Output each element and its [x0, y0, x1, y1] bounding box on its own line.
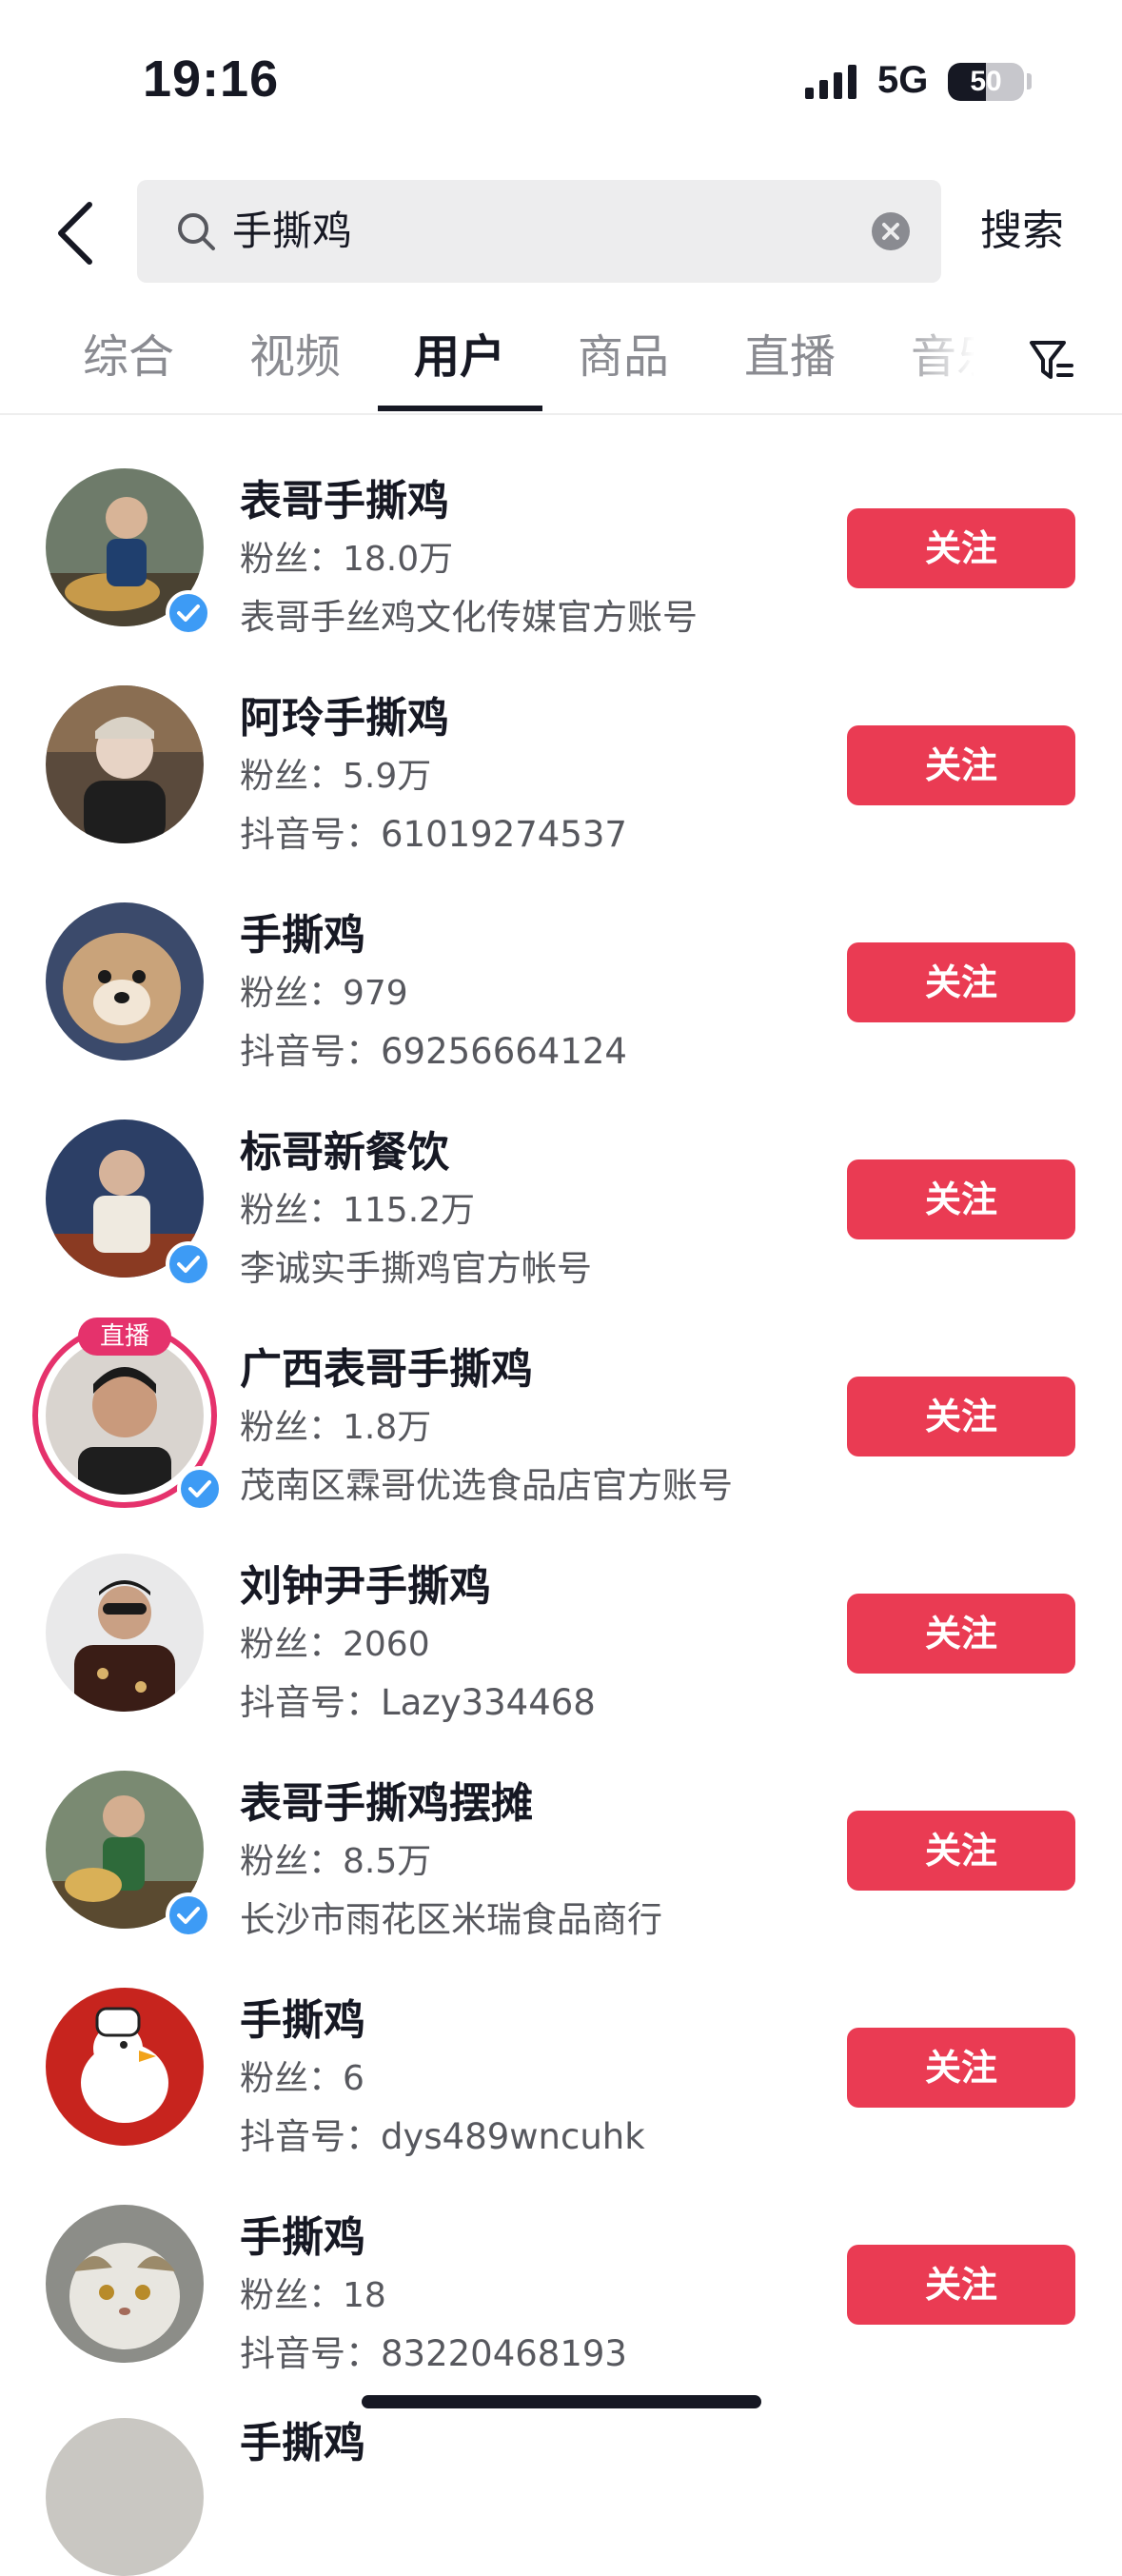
- battery-icon: 50: [948, 63, 1024, 101]
- user-description: 抖音号：61019274537: [240, 814, 627, 855]
- list-item[interactable]: 手撕鸡 粉丝：18 抖音号：83220468193 关注: [0, 2174, 1122, 2391]
- user-name[interactable]: 手撕鸡: [240, 2408, 365, 2469]
- user-description: 表哥手丝鸡文化传媒官方账号: [240, 597, 698, 638]
- tab-products[interactable]: 商品: [561, 314, 685, 415]
- avatar-photo: [46, 1554, 204, 1712]
- follower-count: 粉丝：979: [240, 974, 408, 1013]
- avatar-photo: [46, 1988, 204, 2146]
- follower-count: 粉丝：1.8万: [240, 1408, 432, 1447]
- back-button[interactable]: [48, 195, 105, 271]
- user-name[interactable]: 表哥手撕鸡: [240, 466, 449, 527]
- avatar-photo: [46, 2205, 204, 2363]
- follower-count: 粉丝：115.2万: [240, 1191, 476, 1230]
- follow-button[interactable]: 关注: [847, 725, 1075, 805]
- active-tab-indicator: [378, 406, 542, 411]
- follow-button[interactable]: 关注: [847, 1377, 1075, 1456]
- search-query-text[interactable]: 手撕鸡: [232, 180, 352, 283]
- verified-icon: [166, 1241, 211, 1287]
- tabs-fade: [895, 314, 1009, 409]
- follow-button[interactable]: 关注: [847, 2028, 1075, 2108]
- user-description: 长沙市雨花区米瑞食品商行: [240, 1899, 662, 1940]
- user-name[interactable]: 阿玲手撕鸡: [240, 684, 449, 744]
- home-indicator[interactable]: [362, 2395, 761, 2408]
- status-time: 19:16: [143, 50, 280, 108]
- follower-count: 粉丝：5.9万: [240, 757, 432, 796]
- user-description: 抖音号：Lazy334468: [240, 1682, 596, 1723]
- cellular-signal-icon: [805, 65, 856, 99]
- verified-icon: [166, 1892, 211, 1938]
- avatar[interactable]: [46, 685, 204, 843]
- follow-button[interactable]: 关注: [847, 1811, 1075, 1891]
- user-description: 抖音号：dys489wncuhk: [240, 2116, 645, 2157]
- search-button[interactable]: 搜索: [980, 180, 1064, 283]
- avatar[interactable]: [46, 902, 204, 1060]
- user-name[interactable]: 刘钟尹手撕鸡: [240, 1552, 491, 1613]
- follow-button[interactable]: 关注: [847, 1594, 1075, 1674]
- avatar[interactable]: [46, 2205, 204, 2363]
- follow-button[interactable]: 关注: [847, 508, 1075, 588]
- user-description: 茂南区霖哥优选食品店官方账号: [240, 1465, 733, 1506]
- tab-videos[interactable]: 视频: [233, 314, 357, 415]
- network-type: 5G: [877, 59, 929, 101]
- avatar-photo: [46, 685, 204, 843]
- follow-button[interactable]: 关注: [847, 1159, 1075, 1239]
- user-name[interactable]: 广西表哥手撕鸡: [240, 1335, 533, 1396]
- tab-comprehensive[interactable]: 综合: [67, 314, 190, 415]
- user-description: 抖音号：69256664124: [240, 1031, 627, 1072]
- user-name[interactable]: 表哥手撕鸡摆摊: [240, 1769, 533, 1830]
- tab-users[interactable]: 用户: [398, 314, 522, 415]
- list-item[interactable]: 手撕鸡 粉丝：979 抖音号：69256664124 关注: [0, 872, 1122, 1089]
- follower-count: 粉丝：2060: [240, 1625, 430, 1664]
- follow-button[interactable]: 关注: [847, 942, 1075, 1022]
- list-item[interactable]: 表哥手撕鸡 粉丝：18.0万 表哥手丝鸡文化传媒官方账号 关注: [0, 438, 1122, 655]
- follower-count: 粉丝：18.0万: [240, 540, 454, 579]
- avatar[interactable]: [46, 2418, 204, 2576]
- list-item[interactable]: 手撕鸡 粉丝：6 抖音号：dys489wncuhk 关注: [0, 1957, 1122, 2174]
- avatar[interactable]: [46, 1988, 204, 2146]
- search-tabs: 综合 视频 用户 商品 直播 音乐: [0, 314, 1122, 415]
- list-item[interactable]: 刘钟尹手撕鸡 粉丝：2060 抖音号：Lazy334468 关注: [0, 1523, 1122, 1740]
- verified-icon: [166, 590, 211, 636]
- tab-live[interactable]: 直播: [728, 314, 852, 415]
- user-description: 抖音号：83220468193: [240, 2333, 627, 2374]
- user-name[interactable]: 手撕鸡: [240, 901, 365, 961]
- list-item[interactable]: 表哥手撕鸡摆摊 粉丝：8.5万 长沙市雨花区米瑞食品商行 关注: [0, 1740, 1122, 1957]
- battery-percent: 50: [970, 66, 1002, 97]
- avatar-photo: [46, 902, 204, 1060]
- user-name[interactable]: 标哥新餐饮: [240, 1118, 449, 1179]
- user-description: 李诚实手撕鸡官方帐号: [240, 1248, 592, 1289]
- status-bar: 19:16 5G 50: [0, 0, 1122, 162]
- battery-nub: [1027, 73, 1032, 89]
- search-icon: [178, 213, 215, 250]
- verified-icon: [177, 1466, 223, 1512]
- follower-count: 粉丝：6: [240, 2059, 364, 2098]
- search-input[interactable]: 手撕鸡: [137, 180, 941, 283]
- list-item[interactable]: 标哥新餐饮 粉丝：115.2万 李诚实手撕鸡官方帐号 关注: [0, 1089, 1122, 1306]
- list-item[interactable]: 阿玲手撕鸡 粉丝：5.9万 抖音号：61019274537 关注: [0, 655, 1122, 872]
- follower-count: 粉丝：18: [240, 2276, 386, 2315]
- follow-button[interactable]: 关注: [847, 2245, 1075, 2325]
- list-item[interactable]: 直播 广西表哥手撕鸡 粉丝：1.8万 茂南区霖哥优选食品店官方账号 关注: [0, 1306, 1122, 1523]
- filter-icon[interactable]: [1028, 333, 1075, 386]
- user-name[interactable]: 手撕鸡: [240, 1986, 365, 2047]
- live-badge: 直播: [78, 1318, 171, 1356]
- tabs-divider: [0, 413, 1122, 415]
- avatar[interactable]: [46, 1554, 204, 1712]
- clear-icon[interactable]: [872, 212, 910, 250]
- follower-count: 粉丝：8.5万: [240, 1842, 432, 1881]
- user-name[interactable]: 手撕鸡: [240, 2203, 365, 2264]
